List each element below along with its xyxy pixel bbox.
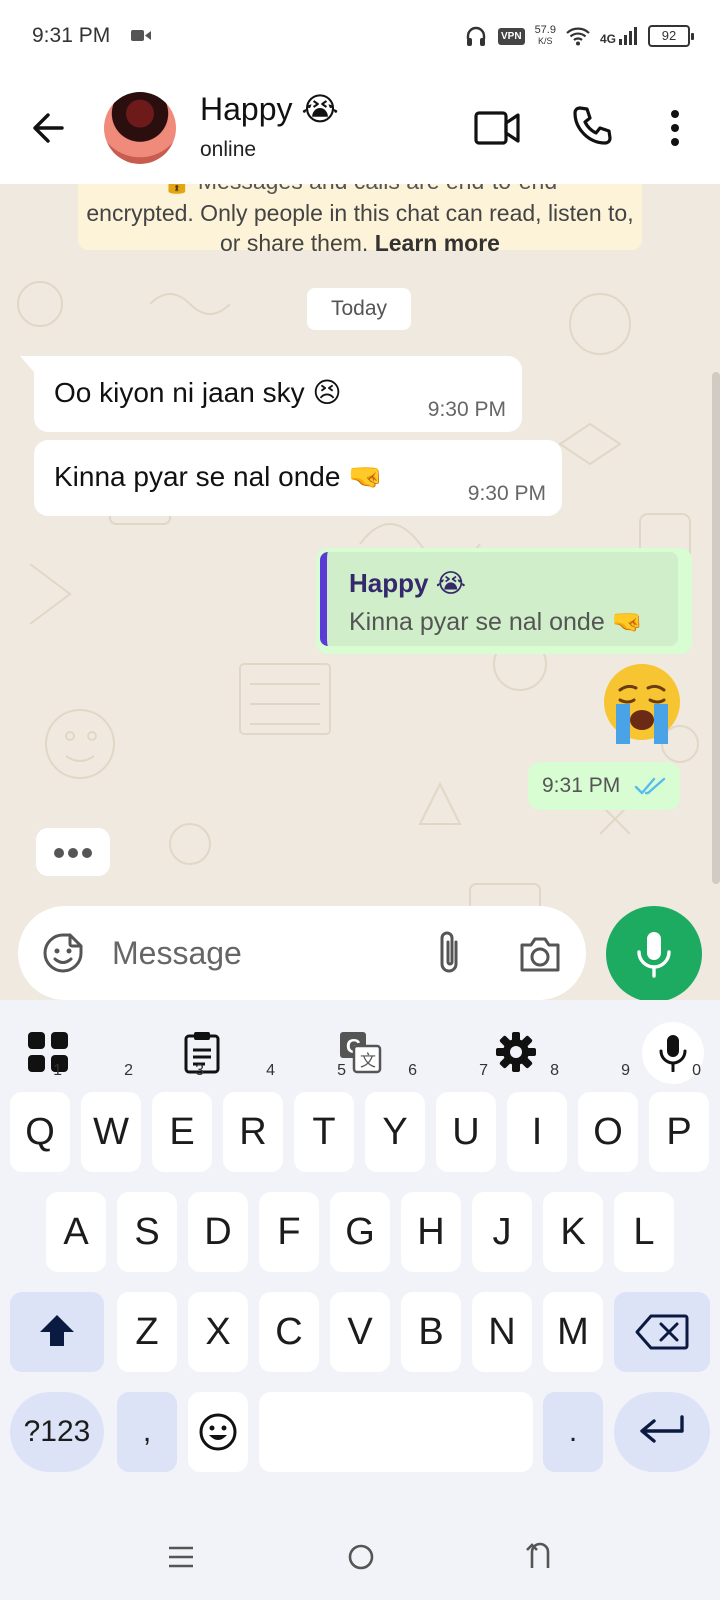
recents-menu-icon[interactable] <box>166 1542 196 1572</box>
sticker-icon[interactable] <box>42 932 84 974</box>
contact-status: online <box>200 138 257 161</box>
attach-icon[interactable] <box>432 928 466 978</box>
more-options-icon[interactable] <box>660 106 690 150</box>
status-bar: 9:31 PM VPN 57.9 K/S 4G 92 <box>0 0 720 72</box>
period-key[interactable]: . <box>543 1392 603 1472</box>
signal-icon <box>619 27 637 45</box>
key-l[interactable]: L <box>614 1192 674 1272</box>
contact-name[interactable]: Happy 😭 <box>200 90 339 128</box>
microphone-icon <box>659 1035 687 1072</box>
network-speed-value: 57.9 <box>534 24 556 36</box>
shift-key[interactable] <box>10 1292 104 1372</box>
read-receipt-icon <box>634 777 666 795</box>
incoming-message[interactable]: Kinna pyar se nal onde 🤜 9:30 PM <box>34 440 562 516</box>
message-time: 9:30 PM <box>427 398 506 421</box>
key-z[interactable]: Z <box>117 1292 177 1372</box>
keyboard: G 文 Q1 W2 E3 R4 T5 Y6 U7 I8 O9 P0 A S D F… <box>0 1000 720 1600</box>
home-icon[interactable] <box>346 1542 376 1572</box>
quoted-message[interactable]: Happy 😭 Kinna pyar se nal onde 🤜 <box>320 552 678 646</box>
screen-record-icon <box>131 30 151 41</box>
typing-indicator <box>36 828 110 876</box>
back-nav-icon[interactable] <box>524 1540 556 1572</box>
apps-grid-icon[interactable] <box>26 1030 70 1074</box>
key-h[interactable]: H <box>401 1192 461 1272</box>
key-b[interactable]: B <box>401 1292 461 1372</box>
svg-text:文: 文 <box>360 1052 376 1070</box>
space-key[interactable] <box>259 1392 533 1472</box>
network-speed-unit: K/S <box>538 36 553 46</box>
key-d[interactable]: D <box>188 1192 248 1272</box>
encryption-notice-text: encrypted. Only people in this chat can … <box>86 200 634 256</box>
camera-icon[interactable] <box>518 934 562 974</box>
key-g[interactable]: G <box>330 1192 390 1272</box>
key-o[interactable]: O9 <box>578 1062 638 1172</box>
system-nav-bar <box>0 1522 720 1600</box>
incoming-message[interactable]: Oo kiyon ni jaan sky 😣 9:30 PM <box>20 356 522 432</box>
composer <box>18 906 586 1000</box>
key-x[interactable]: X <box>188 1292 248 1372</box>
message-time: 9:30 PM <box>467 482 546 505</box>
video-call-icon[interactable] <box>474 106 520 150</box>
vpn-badge: VPN <box>498 27 525 45</box>
quoted-text: Kinna pyar se nal onde 🤜 <box>349 608 643 636</box>
key-f[interactable]: F <box>259 1192 319 1272</box>
key-e[interactable]: E3 <box>152 1062 212 1172</box>
encryption-notice[interactable]: 🔒 Messages and calls are end-to-end encr… <box>78 184 642 256</box>
backspace-icon <box>635 1314 689 1350</box>
shift-icon <box>40 1315 74 1346</box>
emoji-icon <box>199 1413 237 1451</box>
key-w[interactable]: W2 <box>81 1062 141 1172</box>
key-n[interactable]: N <box>472 1292 532 1372</box>
back-arrow-icon[interactable] <box>28 108 68 148</box>
voice-message-button[interactable] <box>606 906 702 1000</box>
settings-gear-icon[interactable] <box>494 1030 538 1074</box>
chat-area[interactable]: 🔒 Messages and calls are end-to-end encr… <box>0 184 720 1000</box>
quoted-sender: Happy 😭 <box>349 568 467 598</box>
date-chip: Today <box>307 288 411 330</box>
network-speed: 57.9 K/S <box>535 25 556 47</box>
message-text: Kinna pyar se nal onde 🤜 <box>54 461 384 492</box>
key-j[interactable]: J <box>472 1192 532 1272</box>
key-t[interactable]: T5 <box>294 1062 354 1172</box>
key-u[interactable]: U7 <box>436 1062 496 1172</box>
message-text: Oo kiyon ni jaan sky 😣 <box>54 377 342 408</box>
loudly-crying-emoji[interactable] <box>598 660 686 748</box>
microphone-icon <box>637 932 671 978</box>
emoji-key[interactable] <box>188 1392 248 1472</box>
key-i[interactable]: I8 <box>507 1062 567 1172</box>
key-c[interactable]: C <box>259 1292 319 1372</box>
battery-level: 92 <box>648 25 694 47</box>
symbols-key[interactable]: ?123 <box>10 1392 104 1472</box>
key-r[interactable]: R4 <box>223 1062 283 1172</box>
cell-signal: 4G <box>600 26 638 46</box>
wifi-icon <box>566 27 590 46</box>
key-m[interactable]: M <box>543 1292 603 1372</box>
status-time: 9:31 PM <box>32 24 111 47</box>
status-indicators: VPN 57.9 K/S 4G 92 <box>464 20 694 52</box>
key-p[interactable]: P0 <box>649 1062 709 1172</box>
contact-avatar[interactable] <box>104 92 176 164</box>
message-time: 9:31 PM <box>542 774 621 797</box>
outgoing-message-meta: 9:31 PM <box>528 762 680 810</box>
chat-header: Happy 😭 online <box>0 72 720 184</box>
chat-scrollbar[interactable] <box>712 372 720 884</box>
network-type: 4G <box>599 32 616 46</box>
key-a[interactable]: A <box>46 1192 106 1272</box>
comma-key[interactable]: , <box>117 1392 177 1472</box>
headset-icon <box>466 26 486 46</box>
backspace-key[interactable] <box>614 1292 710 1372</box>
key-s[interactable]: S <box>117 1192 177 1272</box>
message-input[interactable] <box>112 924 412 982</box>
learn-more-link[interactable]: Learn more <box>375 230 500 256</box>
key-v[interactable]: V <box>330 1292 390 1372</box>
enter-key[interactable] <box>614 1392 710 1472</box>
enter-icon <box>640 1415 684 1443</box>
key-y[interactable]: Y6 <box>365 1062 425 1172</box>
outgoing-reply-bubble[interactable]: Happy 😭 Kinna pyar se nal onde 🤜 <box>316 548 692 654</box>
key-q[interactable]: Q1 <box>10 1062 70 1172</box>
key-k[interactable]: K <box>543 1192 603 1272</box>
encryption-notice-top: 🔒 Messages and calls are end-to-end <box>78 184 642 198</box>
voice-call-icon[interactable] <box>570 104 614 148</box>
